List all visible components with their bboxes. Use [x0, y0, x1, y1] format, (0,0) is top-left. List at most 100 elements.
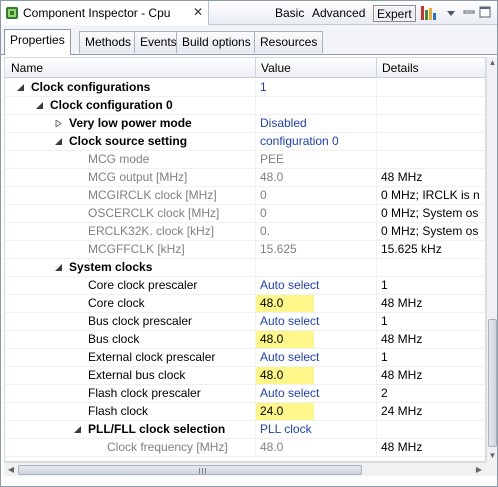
table-row[interactable]: ERCLK32K. clock [kHz] 0. 0 MHz; System os	[5, 223, 485, 241]
column-divider[interactable]	[376, 58, 377, 78]
value-cell[interactable]: PLL clock	[256, 421, 375, 438]
table-row[interactable]: External clock prescaler Auto select 1	[5, 349, 485, 367]
table-row[interactable]: OSCERCLK clock [MHz] 0 0 MHz; System os	[5, 205, 485, 223]
component-inspector-icon	[6, 7, 18, 19]
details-cell	[377, 421, 485, 438]
mode-advanced-button[interactable]: Advanced	[309, 5, 368, 22]
tab-methods[interactable]: Methods	[79, 31, 138, 53]
name-cell: MCGFFCLK [kHz]	[5, 241, 254, 258]
value-cell[interactable]: 0	[256, 205, 375, 222]
value-cell[interactable]: 0.	[256, 223, 375, 240]
tab-bar: Properties Methods Events Build options …	[1, 25, 497, 55]
name-cell: External bus clock	[5, 367, 254, 384]
table-row[interactable]: System clocks	[5, 259, 485, 277]
table-header: Name Value Details	[5, 58, 485, 78]
tab-build-options[interactable]: Build options	[176, 31, 257, 53]
expanded-arrow-icon[interactable]	[74, 426, 81, 433]
table-row[interactable]: External bus clock 48.0 48 MHz	[5, 367, 485, 385]
bar-chart-icon[interactable]	[420, 5, 438, 21]
table-row[interactable]: MCGFFCLK [kHz] 15.625 15.625 kHz	[5, 241, 485, 259]
collapsed-arrow-icon[interactable]	[55, 120, 62, 127]
value-cell[interactable]: 48.0	[256, 169, 375, 186]
property-value: Auto select	[260, 314, 320, 328]
expanded-arrow-icon[interactable]	[36, 102, 43, 109]
property-details: 48 MHz	[381, 296, 423, 310]
table-row[interactable]: MCG mode PEE	[5, 151, 485, 169]
value-cell[interactable]: 48.0	[256, 367, 375, 384]
value-cell[interactable]: 0	[256, 187, 375, 204]
vertical-scrollbar[interactable]: ▲ ▼	[486, 57, 497, 462]
expanded-arrow-icon[interactable]	[55, 264, 62, 271]
value-cell[interactable]: 48.0	[256, 295, 375, 312]
value-cell[interactable]: 48.0	[256, 331, 375, 348]
table-row[interactable]: Clock configuration 0	[5, 97, 485, 115]
value-cell[interactable]: PEE	[256, 151, 375, 168]
view-tab[interactable]: Component Inspector - Cpu ✕	[1, 1, 209, 25]
property-value: Auto select	[260, 350, 320, 364]
mode-basic-button[interactable]: Basic	[272, 5, 307, 22]
value-cell[interactable]: Auto select	[256, 385, 375, 402]
value-cell[interactable]: Auto select	[256, 277, 375, 294]
vertical-scroll-thumb[interactable]	[488, 319, 497, 447]
name-cell: Flash clock	[5, 403, 254, 420]
value-cell[interactable]	[256, 259, 375, 276]
details-cell: 48 MHz	[377, 439, 485, 456]
value-cell[interactable]: 24.0	[256, 403, 375, 420]
property-details: 48 MHz	[381, 332, 423, 346]
column-divider[interactable]	[255, 58, 256, 78]
column-header-name[interactable]: Name	[11, 61, 43, 75]
details-cell	[377, 133, 485, 150]
property-name: Clock configurations	[31, 80, 151, 94]
value-cell[interactable]: Disabled	[256, 115, 375, 132]
property-value	[256, 260, 260, 274]
details-cell: 2	[377, 385, 485, 402]
table-row[interactable]: Clock source setting configuration 0	[5, 133, 485, 151]
scroll-up-arrow-icon[interactable]: ▲	[488, 58, 497, 68]
table-row[interactable]: MCGIRCLK clock [MHz] 0 0 MHz; IRCLK is n	[5, 187, 485, 205]
table-row[interactable]: Clock frequency [MHz] 48.0 48 MHz	[5, 439, 485, 457]
table-row[interactable]: Bus clock 48.0 48 MHz	[5, 331, 485, 349]
details-cell: 0 MHz; IRCLK is n	[377, 187, 485, 204]
scroll-right-arrow-icon[interactable]: ▶	[474, 464, 484, 476]
table-row[interactable]: Core clock 48.0 48 MHz	[5, 295, 485, 313]
table-row[interactable]: Clock configurations 1	[5, 79, 485, 97]
value-cell[interactable]	[256, 97, 375, 114]
value-cell[interactable]: 48.0	[256, 439, 375, 456]
title-bar: Component Inspector - Cpu ✕ Basic Advanc…	[1, 1, 497, 25]
table-row[interactable]: Bus clock prescaler Auto select 1	[5, 313, 485, 331]
expanded-arrow-icon[interactable]	[17, 84, 24, 91]
value-cell[interactable]: 1	[256, 79, 375, 96]
scroll-down-arrow-icon[interactable]: ▼	[488, 451, 497, 461]
table-row[interactable]: Core clock prescaler Auto select 1	[5, 277, 485, 295]
table-row[interactable]: Flash clock 24.0 24 MHz	[5, 403, 485, 421]
column-header-value[interactable]: Value	[261, 61, 291, 75]
property-value: configuration 0	[260, 134, 339, 148]
value-cell[interactable]: 15.625	[256, 241, 375, 258]
table-row[interactable]: Flash clock prescaler Auto select 2	[5, 385, 485, 403]
minimize-icon[interactable]	[463, 6, 475, 18]
column-header-details[interactable]: Details	[382, 61, 419, 75]
grip-icon	[199, 468, 207, 474]
value-cell[interactable]: Auto select	[256, 349, 375, 366]
tab-properties[interactable]: Properties	[4, 29, 71, 55]
maximize-icon[interactable]	[479, 6, 491, 18]
property-details	[377, 152, 381, 166]
horizontal-scroll-thumb[interactable]	[18, 465, 362, 475]
view-menu-icon[interactable]	[445, 6, 457, 20]
table-row[interactable]: MCG output [MHz] 48.0 48 MHz	[5, 169, 485, 187]
close-icon[interactable]: ✕	[193, 5, 203, 19]
mode-expert-button[interactable]: Expert	[373, 5, 416, 22]
scroll-left-arrow-icon[interactable]: ◀	[6, 464, 16, 476]
value-cell[interactable]: Auto select	[256, 313, 375, 330]
table-row[interactable]: PLL/FLL clock selection PLL clock	[5, 421, 485, 439]
property-name: PLL/FLL clock selection	[88, 422, 226, 436]
tab-resources[interactable]: Resources	[254, 31, 324, 53]
property-details: 2	[381, 386, 388, 400]
expanded-arrow-icon[interactable]	[55, 138, 62, 145]
value-cell[interactable]: configuration 0	[256, 133, 375, 150]
horizontal-scrollbar[interactable]: ◀ ▶	[4, 462, 486, 476]
table-row[interactable]: Very low power mode Disabled	[5, 115, 485, 133]
properties-table: Name Value Details Clock configurations 1…	[4, 57, 486, 462]
highlighted-value: 48.0	[256, 331, 314, 348]
property-details: 24 MHz	[381, 404, 423, 418]
